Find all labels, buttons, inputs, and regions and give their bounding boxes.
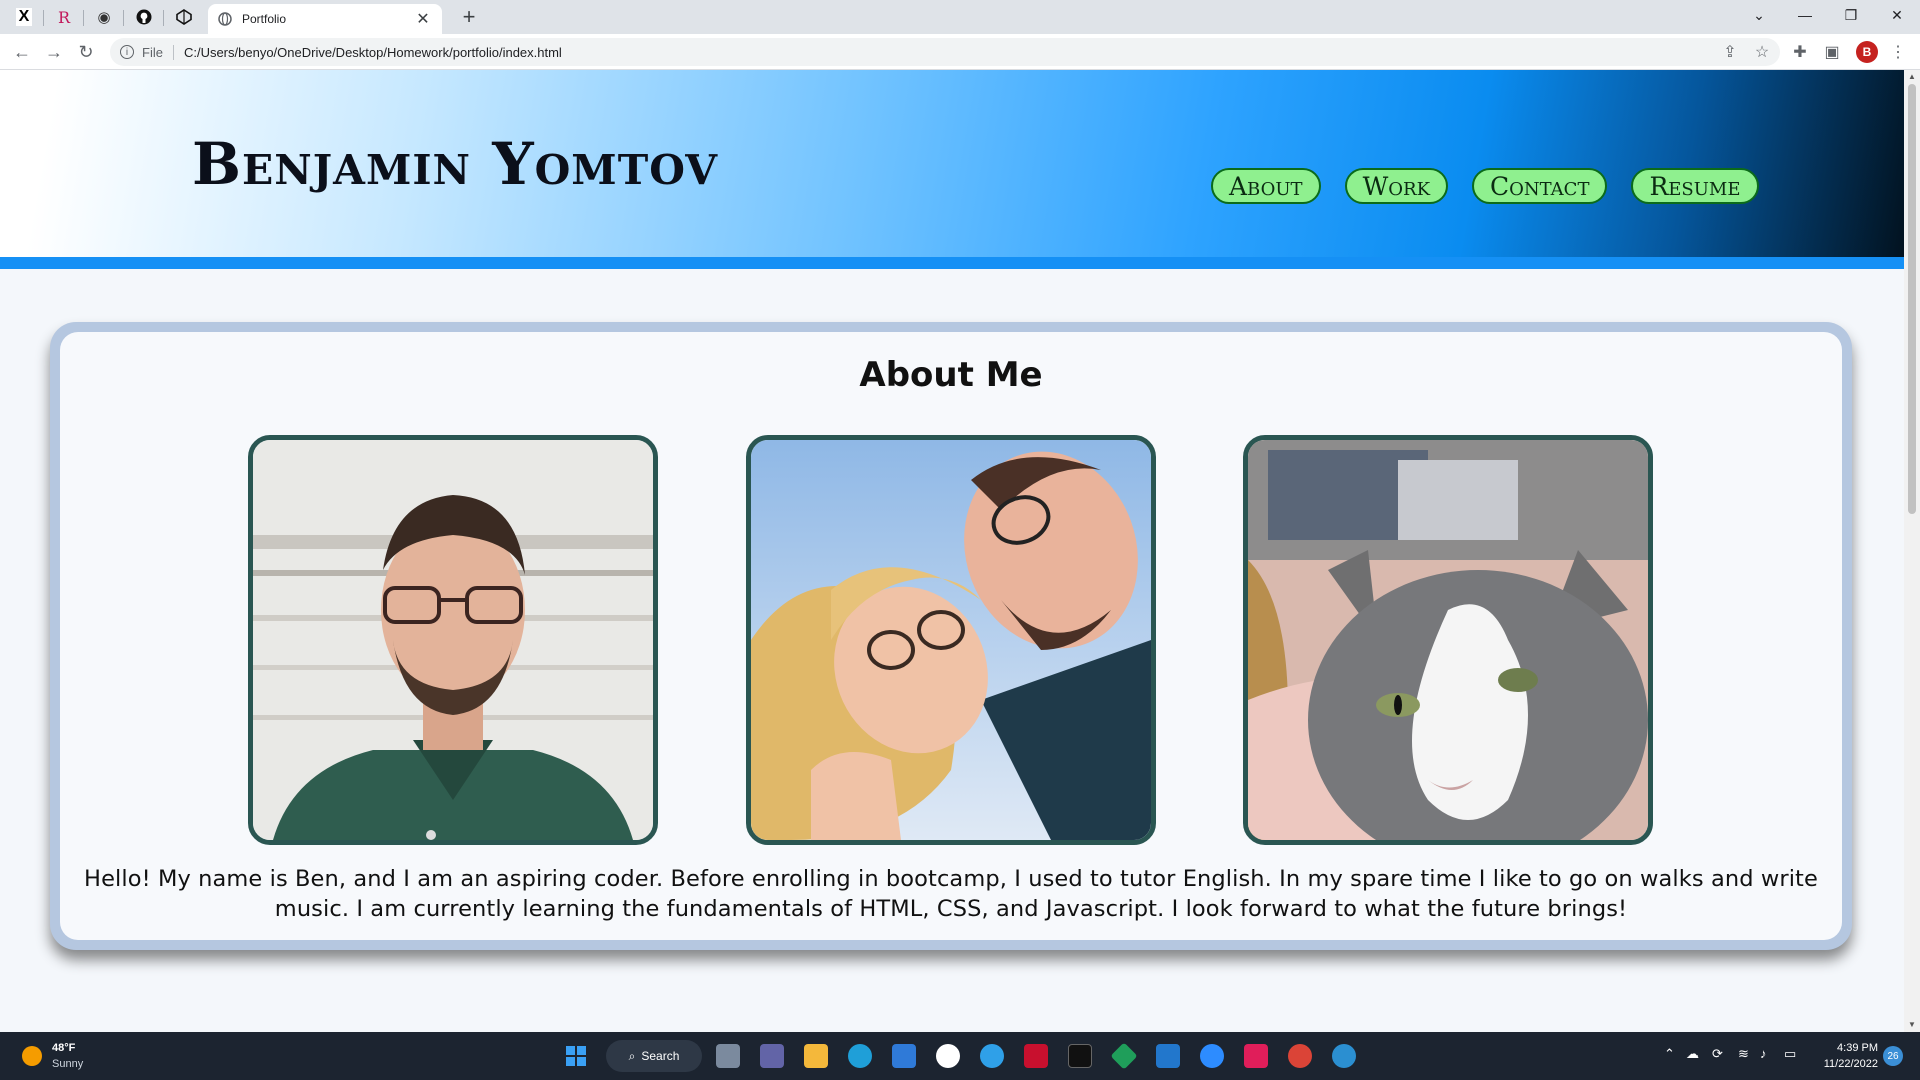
nav-link-work[interactable]: Work [1344, 168, 1449, 204]
help-icon[interactable] [980, 1044, 1004, 1068]
about-heading: About Me [859, 355, 1043, 395]
minimize-button[interactable]: — [1782, 0, 1828, 30]
pinned-tab-r[interactable]: R [44, 3, 84, 31]
weather-temperature[interactable]: 48°F [52, 1042, 75, 1054]
site-nav: About Work Contact Resume [1211, 168, 1759, 204]
speaker-icon[interactable]: ♪ [1760, 1046, 1767, 1061]
browser-tab-strip: X R ◉ Portfolio ✕ + ⌄ — ❐ ✕ [0, 0, 1920, 34]
site-header: Benjamin Yomtov About Work Contact Resum… [0, 70, 1904, 257]
clock-date[interactable]: 11/22/2022 [1816, 1058, 1878, 1070]
header-stripe [0, 257, 1904, 269]
page-scrollbar[interactable]: ▲ ▼ [1904, 70, 1920, 1032]
side-panel-icon[interactable]: ▣ [1822, 42, 1842, 62]
browser-toolbar: ← → ↻ i File C:/Users/benyo/OneDrive/Des… [0, 34, 1920, 70]
cat-photo [1243, 435, 1653, 845]
pinned-tab-globe[interactable]: ◉ [84, 3, 124, 31]
new-tab-button[interactable]: + [456, 5, 482, 31]
portrait-photo [248, 435, 658, 845]
nav-link-about[interactable]: About [1211, 168, 1321, 204]
bookmark-star-icon[interactable]: ☆ [1752, 42, 1772, 62]
menu-kebab-icon[interactable]: ⋮ [1888, 42, 1908, 62]
taskbar-search-button[interactable]: ⌕ Search [606, 1040, 702, 1072]
site-title: Benjamin Yomtov [192, 130, 719, 198]
pinned-tab-github[interactable] [124, 3, 164, 31]
scrollbar-thumb[interactable] [1908, 84, 1916, 514]
x-icon: X [15, 8, 33, 26]
about-section: About Me Hello! My name is Ben, and I am… [50, 322, 1852, 950]
microsoft-store-icon[interactable] [892, 1044, 916, 1068]
tab-search-icon[interactable]: ⌄ [1736, 0, 1782, 30]
extensions-icon[interactable]: ✚ [1790, 42, 1810, 62]
globe-app-icon[interactable] [1332, 1044, 1356, 1068]
restore-button[interactable]: ❐ [1828, 0, 1874, 30]
scroll-down-arrow-icon[interactable]: ▼ [1904, 1018, 1920, 1032]
back-arrow-icon[interactable]: ← [10, 40, 34, 64]
codepen-icon [176, 9, 192, 25]
pinned-tab-codepen[interactable] [164, 3, 204, 31]
mcafee-icon[interactable] [1024, 1044, 1048, 1068]
globe-icon [218, 12, 232, 26]
start-windows-icon[interactable] [564, 1044, 588, 1068]
address-bar[interactable]: i File C:/Users/benyo/OneDrive/Desktop/H… [110, 38, 1780, 66]
clock-time[interactable]: 4:39 PM [1834, 1042, 1878, 1054]
close-window-button[interactable]: ✕ [1874, 0, 1920, 30]
info-icon[interactable]: i [120, 45, 134, 59]
vscode-icon[interactable] [1156, 1044, 1180, 1068]
about-paragraph: Hello! My name is Ben, and I am an aspir… [84, 866, 1818, 922]
nav-link-contact[interactable]: Contact [1472, 168, 1608, 204]
chrome-icon[interactable] [1288, 1044, 1312, 1068]
zoom-icon[interactable] [1200, 1044, 1224, 1068]
globe-icon: ◉ [97, 9, 111, 26]
share-icon[interactable]: ⇪ [1720, 42, 1740, 62]
page-viewport: Benjamin Yomtov About Work Contact Resum… [0, 70, 1904, 1032]
file-scheme-label: File [142, 44, 174, 60]
url-text[interactable]: C:/Users/benyo/OneDrive/Desktop/Homework… [184, 45, 562, 60]
battery-icon[interactable]: ▭ [1784, 1046, 1796, 1062]
tab-title: Portfolio [242, 12, 287, 26]
profile-avatar[interactable]: B [1856, 41, 1878, 63]
notification-badge[interactable]: 26 [1883, 1046, 1903, 1066]
couple-selfie-photo [746, 435, 1156, 845]
sync-icon[interactable]: ⟳ [1712, 1046, 1723, 1062]
file-explorer-icon[interactable] [804, 1044, 828, 1068]
scroll-up-arrow-icon[interactable]: ▲ [1904, 70, 1920, 84]
tab-portfolio[interactable]: Portfolio ✕ [208, 4, 442, 34]
nav-link-resume[interactable]: Resume [1631, 168, 1759, 204]
terminal-icon[interactable] [1068, 1044, 1092, 1068]
windows-taskbar: 48°F Sunny ⌕ Search ⌃ ☁ ⟳ ≋ ♪ ▭ 4:39 PM … [0, 1032, 1920, 1080]
github-icon [136, 9, 152, 25]
pinned-tab-x[interactable]: X [4, 3, 44, 31]
reload-icon[interactable]: ↻ [74, 40, 98, 64]
show-hidden-icons-chevron[interactable]: ⌃ [1664, 1046, 1675, 1062]
wifi-icon[interactable]: ≋ [1738, 1046, 1749, 1062]
about-card-inner: About Me Hello! My name is Ben, and I am… [60, 332, 1842, 940]
close-tab-icon[interactable]: ✕ [414, 9, 432, 29]
github-desktop-icon[interactable] [936, 1044, 960, 1068]
slack-icon[interactable] [1244, 1044, 1268, 1068]
teams-chat-icon[interactable] [760, 1044, 784, 1068]
search-icon: ⌕ [628, 1048, 636, 1063]
onedrive-cloud-icon[interactable]: ☁ [1686, 1046, 1699, 1062]
weather-condition[interactable]: Sunny [52, 1058, 83, 1070]
sun-icon[interactable] [22, 1046, 42, 1066]
task-view-icon[interactable] [716, 1044, 740, 1068]
taskbar-search-label: Search [641, 1049, 680, 1063]
edge-browser-icon[interactable] [848, 1044, 872, 1068]
git-kraken-icon[interactable] [1110, 1042, 1138, 1070]
r-icon: R [57, 7, 71, 27]
forward-arrow-icon[interactable]: → [42, 40, 66, 64]
